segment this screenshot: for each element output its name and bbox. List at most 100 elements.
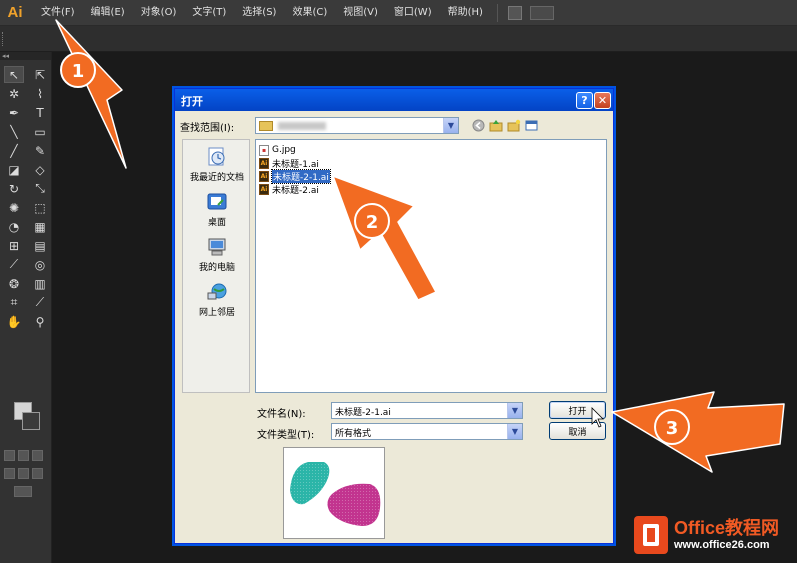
view-menu-icon[interactable] xyxy=(525,118,539,132)
menu-edit[interactable]: 编辑(E) xyxy=(83,0,133,26)
ai-file-icon: Ai xyxy=(259,170,269,182)
list-item[interactable]: ▪ G.jpg xyxy=(259,144,296,156)
file-name: 未标题-1.ai xyxy=(272,159,319,170)
up-folder-icon[interactable] xyxy=(489,118,503,132)
bridge-icon[interactable] xyxy=(507,5,522,20)
chevron-down-icon[interactable]: ▼ xyxy=(443,118,458,133)
cancel-button[interactable]: 取消 xyxy=(549,422,606,440)
file-type-select[interactable]: 所有格式 ▼ xyxy=(331,423,523,440)
gradient-mode-icon[interactable] xyxy=(18,450,29,461)
artboard-tool-icon[interactable]: ⌗ xyxy=(4,294,24,311)
menu-object[interactable]: 对象(O) xyxy=(133,0,185,26)
file-name-label: 文件名(N): xyxy=(257,409,306,420)
none-mode-icon[interactable] xyxy=(32,450,43,461)
place-my-computer[interactable]: 我的电脑 xyxy=(183,236,251,273)
help-button[interactable]: ? xyxy=(576,92,593,109)
menu-view[interactable]: 视图(V) xyxy=(335,0,386,26)
file-name-value: 未标题-2-1.ai xyxy=(335,408,391,418)
menu-window[interactable]: 窗口(W) xyxy=(386,0,440,26)
direct-selection-tool-icon[interactable]: ⇱ xyxy=(30,66,50,83)
blob-brush-icon[interactable]: ◪ xyxy=(4,161,24,178)
list-item-selected[interactable]: Ai 未标题-2-1.ai xyxy=(259,168,331,184)
type-tool-icon[interactable]: T xyxy=(30,104,50,121)
draw-normal-icon[interactable] xyxy=(4,468,15,479)
menu-type[interactable]: 文字(T) xyxy=(184,0,234,26)
ai-file-icon: Ai xyxy=(259,183,269,195)
grip-handle[interactable] xyxy=(2,32,6,46)
blend-tool-icon[interactable]: ◎ xyxy=(30,256,50,273)
back-icon[interactable] xyxy=(471,118,485,132)
stroke-swatch[interactable] xyxy=(22,412,40,430)
place-desktop[interactable]: 桌面 xyxy=(183,191,251,228)
screen-mode-icon[interactable] xyxy=(14,486,32,497)
rectangle-tool-icon[interactable]: ▭ xyxy=(30,123,50,140)
draw-behind-icon[interactable] xyxy=(18,468,29,479)
eraser-tool-icon[interactable]: ◇ xyxy=(30,161,50,178)
recent-documents-icon xyxy=(206,146,228,168)
warp-tool-icon[interactable]: ✺ xyxy=(4,199,24,216)
watermark-url: www.office26.com xyxy=(674,539,770,551)
place-network[interactable]: 网上邻居 xyxy=(183,281,251,318)
annotation-number-1: 1 xyxy=(72,61,85,82)
panel-collapse-icon[interactable]: ◂◂ xyxy=(0,52,51,60)
magic-wand-icon[interactable]: ✲ xyxy=(4,85,24,102)
watermark: Office教程网 www.office26.com xyxy=(634,512,794,560)
blurred-folder-name xyxy=(278,122,326,130)
selection-tool-icon[interactable]: ↖ xyxy=(4,66,24,83)
chevron-down-icon[interactable]: ▼ xyxy=(507,424,522,439)
pen-tool-icon[interactable]: ✒ xyxy=(4,104,24,121)
paintbrush-tool-icon[interactable]: ╱ xyxy=(4,142,24,159)
look-in-label: 查找范围(I): xyxy=(180,123,235,134)
file-preview xyxy=(283,447,385,539)
new-folder-icon[interactable] xyxy=(507,118,521,132)
menu-select[interactable]: 选择(S) xyxy=(234,0,284,26)
menu-file[interactable]: 文件(F) xyxy=(33,0,83,26)
app-logo: Ai xyxy=(7,4,23,21)
annotation-number-3: 3 xyxy=(666,418,679,439)
desktop-icon xyxy=(206,191,228,213)
pencil-tool-icon[interactable]: ✎ xyxy=(30,142,50,159)
chevron-down-icon[interactable]: ▼ xyxy=(507,403,522,418)
shape-builder-icon[interactable]: ◔ xyxy=(4,218,24,235)
menu-effect[interactable]: 效果(C) xyxy=(284,0,335,26)
place-network-label: 网上邻居 xyxy=(198,308,235,318)
dialog-title: 打开 xyxy=(181,95,203,108)
rotate-tool-icon[interactable]: ↻ xyxy=(4,180,24,197)
mesh-tool-icon[interactable]: ⊞ xyxy=(4,237,24,254)
main-menu: 文件(F) 编辑(E) 对象(O) 文字(T) 选择(S) 效果(C) 视图(V… xyxy=(33,0,491,26)
symbol-sprayer-icon[interactable]: ❂ xyxy=(4,275,24,292)
place-my-computer-label: 我的电脑 xyxy=(198,263,235,273)
place-recent[interactable]: 我最近的文档 xyxy=(183,146,251,183)
perspective-grid-icon[interactable]: ▦ xyxy=(30,218,50,235)
free-transform-icon[interactable]: ⬚ xyxy=(30,199,50,216)
hand-tool-icon[interactable]: ✋ xyxy=(4,313,24,330)
dialog-titlebar[interactable]: 打开 ? ✕ xyxy=(175,89,613,111)
zoom-tool-icon[interactable]: ⚲ xyxy=(30,313,50,330)
gradient-tool-icon[interactable]: ▤ xyxy=(30,237,50,254)
office-logo-icon xyxy=(634,516,668,554)
open-button[interactable]: 打开 xyxy=(549,401,606,419)
file-name-input[interactable]: 未标题-2-1.ai ▼ xyxy=(331,402,523,419)
color-mode-icon[interactable] xyxy=(4,450,15,461)
close-button[interactable]: ✕ xyxy=(594,92,611,109)
menu-bar: Ai 文件(F) 编辑(E) 对象(O) 文字(T) 选择(S) 效果(C) 视… xyxy=(0,0,797,26)
preview-artwork xyxy=(290,462,381,526)
eyedropper-tool-icon[interactable]: ⟋ xyxy=(4,256,24,273)
arrange-documents-icon[interactable] xyxy=(529,5,554,20)
file-type-label: 文件类型(T): xyxy=(257,430,315,441)
scale-tool-icon[interactable]: ⤡ xyxy=(30,180,50,197)
slice-tool-icon[interactable]: ⟋ xyxy=(30,294,50,311)
line-tool-icon[interactable]: ╲ xyxy=(4,123,24,140)
lasso-tool-icon[interactable]: ⌇ xyxy=(30,85,50,102)
column-graph-icon[interactable]: ▥ xyxy=(30,275,50,292)
watermark-title: Office教程网 xyxy=(674,518,780,538)
list-item[interactable]: Ai 未标题-2.ai xyxy=(259,183,319,196)
file-list[interactable]: ▪ G.jpg Ai 未标题-1.ai Ai 未标题-2-1.ai Ai 未标题… xyxy=(255,139,607,393)
list-item[interactable]: Ai 未标题-1.ai xyxy=(259,157,319,170)
fill-stroke-swatches[interactable] xyxy=(6,402,46,432)
network-places-icon xyxy=(206,281,228,303)
look-in-dropdown[interactable]: ▼ xyxy=(255,117,459,134)
menu-help[interactable]: 帮助(H) xyxy=(440,0,491,26)
jpg-file-icon: ▪ xyxy=(259,144,269,156)
draw-inside-icon[interactable] xyxy=(32,468,43,479)
